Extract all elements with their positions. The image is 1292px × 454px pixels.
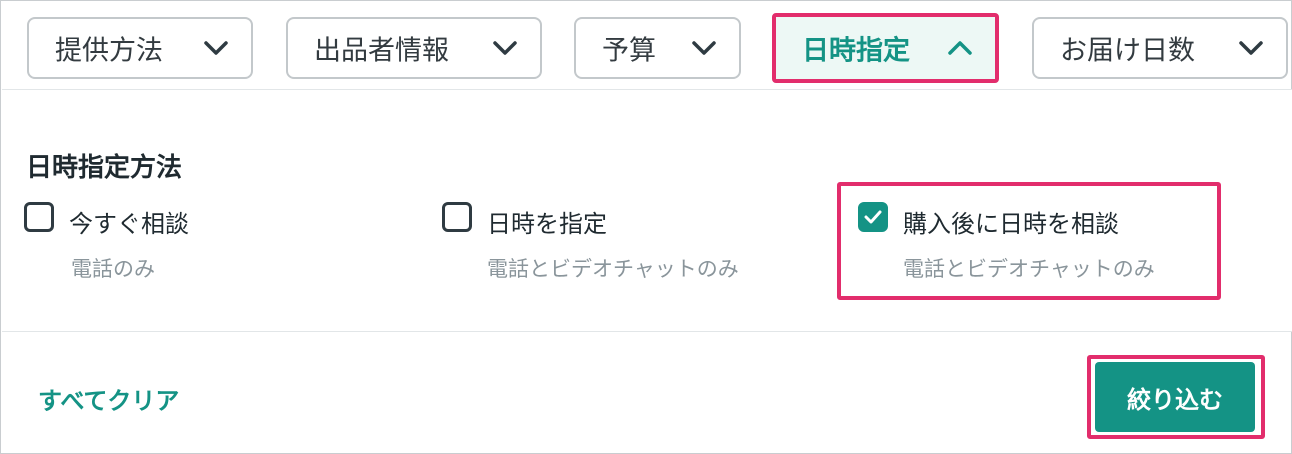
option-sublabel: 電話とビデオチャットのみ: [903, 257, 1155, 281]
filter-seller-info[interactable]: 出品者情報: [286, 17, 542, 79]
filter-budget[interactable]: 予算: [574, 17, 741, 79]
option-label: 今すぐ相談: [69, 210, 189, 238]
checkbox-checked[interactable]: [858, 202, 888, 232]
check-icon: [864, 210, 882, 224]
clear-all-link[interactable]: すべてクリア: [38, 381, 179, 416]
filter-window: 提供方法 出品者情報 予算 日時指定 お届け日数 日時指定方法 今すぐ相談 電話…: [0, 0, 1292, 454]
filter-delivery-method[interactable]: 提供方法: [27, 17, 253, 79]
option-label: 購入後に日時を相談: [903, 210, 1119, 238]
chevron-up-icon: [948, 41, 972, 55]
option-sublabel: 電話とビデオチャットのみ: [487, 257, 739, 281]
option-sublabel: 電話のみ: [71, 257, 155, 281]
option-label: 日時を指定: [487, 210, 607, 238]
filter-bar: 提供方法 出品者情報 予算 日時指定 お届け日数: [1, 1, 1291, 89]
chevron-down-icon: [493, 41, 517, 55]
chevron-down-icon: [692, 41, 716, 55]
filter-label: お届け日数: [1060, 35, 1195, 67]
apply-filter-button[interactable]: 絞り込む: [1095, 362, 1255, 432]
filter-label: 日時指定: [802, 35, 910, 67]
section-title: 日時指定方法: [26, 153, 183, 183]
chevron-down-icon: [1239, 41, 1263, 55]
chevron-down-icon: [204, 41, 228, 55]
datetime-filter-panel: 日時指定方法 今すぐ相談 電話のみ 日時を指定 電話とビデオチャットのみ 購入後…: [2, 89, 1292, 332]
filter-datetime[interactable]: 日時指定: [772, 13, 999, 83]
filter-label: 提供方法: [55, 35, 163, 67]
filter-label: 出品者情報: [314, 35, 449, 67]
checkbox[interactable]: [442, 202, 472, 232]
filter-label: 予算: [602, 35, 656, 67]
checkbox[interactable]: [24, 202, 54, 232]
filter-delivery-days[interactable]: お届け日数: [1032, 17, 1288, 79]
